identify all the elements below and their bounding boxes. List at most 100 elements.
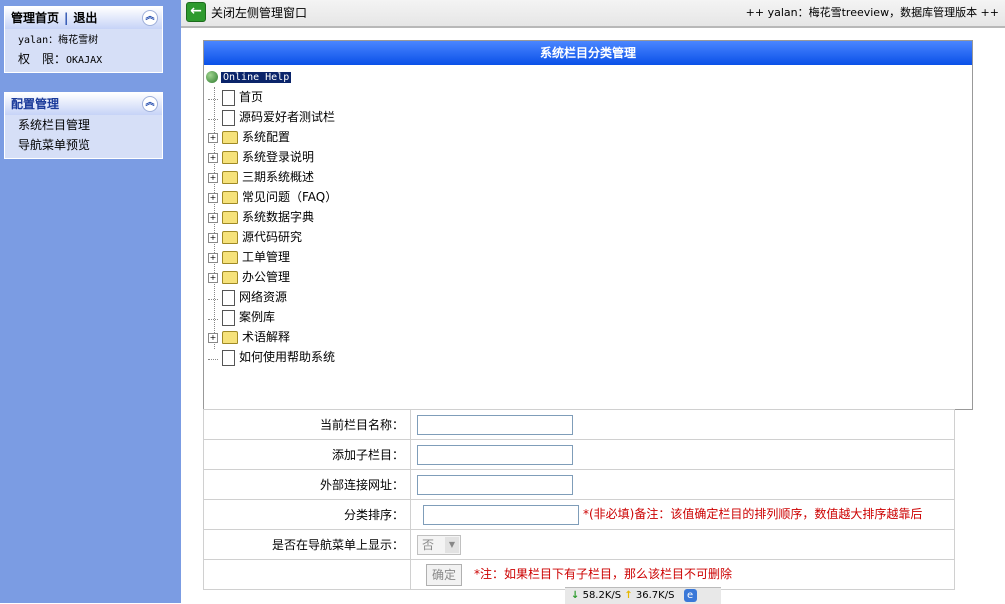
collapse-icon[interactable]: ︽: [142, 96, 158, 112]
form-row-add-child: 添加子栏目：: [203, 439, 955, 470]
tree-node[interactable]: + 系统配置: [208, 127, 290, 147]
user-info: yalan：梅花雪树: [5, 29, 162, 49]
folder-icon: [222, 231, 238, 244]
tree-node[interactable]: 案例库: [208, 307, 275, 327]
tree-node-label[interactable]: 源码爱好者测试栏: [239, 110, 335, 124]
tree-node[interactable]: + 工单管理: [208, 247, 290, 267]
expand-icon[interactable]: +: [208, 132, 218, 143]
tree-node[interactable]: 首页: [208, 87, 263, 107]
tree-node-label[interactable]: 术语解释: [242, 330, 290, 344]
expand-icon[interactable]: +: [208, 252, 218, 263]
tree-node-label[interactable]: 常见问题（FAQ）: [242, 190, 337, 204]
column-edit-form: 当前栏目名称： 添加子栏目： 外部连接网址： 分类排序： *(非必填)备注：该值…: [203, 409, 955, 590]
current-name-input[interactable]: [417, 414, 573, 435]
left-sidebar: 管理首页 | 退出 ︽ yalan：梅花雪树 权 限：OKAJAX 配置管理 ︽ 系…: [0, 0, 181, 603]
tree-node[interactable]: + 三期系统概述: [208, 167, 314, 187]
document-icon: [222, 309, 235, 326]
document-icon: [222, 289, 235, 306]
tree-connector: [208, 291, 218, 300]
browser-icon[interactable]: e: [683, 588, 697, 602]
tree-connector: [208, 351, 218, 360]
tree-node-label[interactable]: 办公管理: [242, 270, 290, 284]
globe-icon: [206, 70, 218, 83]
folder-icon: [222, 151, 238, 164]
tree-node[interactable]: 网络资源: [208, 287, 287, 307]
expand-icon[interactable]: +: [208, 152, 218, 163]
tree-connector: [208, 91, 218, 100]
upload-arrow-icon: ↑: [624, 590, 633, 601]
tree-connector: [208, 311, 218, 320]
current-name-label: 当前栏目名称：: [203, 409, 411, 440]
sidebar-item-column-manage[interactable]: 系统栏目管理: [5, 115, 162, 135]
form-row-show-nav: 是否在导航菜单上显示： 否 ▼: [203, 529, 955, 560]
tree-node-label[interactable]: 网络资源: [239, 290, 287, 304]
back-arrow-icon[interactable]: ←: [186, 2, 206, 22]
tree-node[interactable]: + 系统登录说明: [208, 147, 314, 167]
sort-input[interactable]: [423, 504, 579, 525]
close-left-panel-link[interactable]: 关闭左侧管理窗口: [211, 4, 307, 21]
show-nav-label: 是否在导航菜单上显示：: [203, 529, 411, 560]
form-row-external-url: 外部连接网址：: [203, 469, 955, 500]
folder-icon: [222, 191, 238, 204]
tree-node-label[interactable]: 系统配置: [242, 130, 290, 144]
permission-label: 权 限：: [18, 52, 67, 66]
admin-panel: 管理首页 | 退出 ︽ yalan：梅花雪树 权 限：OKAJAX: [4, 6, 163, 73]
tree-node[interactable]: 源码爱好者测试栏: [208, 107, 335, 127]
document-icon: [222, 109, 235, 126]
tree-node[interactable]: + 常见问题（FAQ）: [208, 187, 337, 207]
expand-icon[interactable]: +: [208, 272, 218, 283]
download-arrow-icon: ↓: [571, 590, 580, 601]
logout-link[interactable]: 退出: [73, 11, 97, 25]
confirm-button[interactable]: 确定: [426, 563, 462, 586]
config-panel-header: 配置管理 ︽: [5, 93, 162, 115]
top-bar: ← 关闭左侧管理窗口 ++ yalan：梅花雪treeview，数据库管理版本 …: [181, 0, 1005, 28]
tree-node[interactable]: + 术语解释: [208, 327, 290, 347]
expand-icon[interactable]: +: [208, 232, 218, 243]
tree-node-label[interactable]: 首页: [239, 90, 263, 104]
tree-node-label[interactable]: 系统数据字典: [242, 210, 314, 224]
document-icon: [222, 349, 235, 366]
folder-icon: [222, 171, 238, 184]
sort-note: *(非必填)备注：该值确定栏目的排列顺序，数值越大排序越靠后: [583, 507, 923, 521]
expand-icon[interactable]: +: [208, 192, 218, 203]
external-url-input[interactable]: [417, 474, 573, 495]
tree-node[interactable]: + 源代码研究: [208, 227, 302, 247]
tree-node-label[interactable]: 源代码研究: [242, 230, 302, 244]
network-status-bar: ↓ 58.2K/S ↑ 36.7K/S e: [565, 587, 721, 604]
sort-label: 分类排序：: [203, 499, 411, 530]
user-name: yalan：梅花雪树: [18, 35, 99, 46]
tree-node[interactable]: 如何使用帮助系统: [208, 347, 335, 367]
tree-node-label[interactable]: 如何使用帮助系统: [239, 350, 335, 364]
folder-icon: [222, 211, 238, 224]
tree-root-label[interactable]: Online Help: [221, 72, 292, 83]
tree-node[interactable]: + 系统数据字典: [208, 207, 314, 227]
expand-icon[interactable]: +: [208, 332, 218, 343]
upload-speed: 36.7K/S: [635, 590, 675, 601]
tree-node-label[interactable]: 工单管理: [242, 250, 290, 264]
tree-node[interactable]: + 办公管理: [208, 267, 290, 287]
show-nav-select[interactable]: 否 ▼: [417, 534, 461, 555]
folder-icon: [222, 331, 238, 344]
download-speed: 58.2K/S: [582, 590, 622, 601]
tree-node-label[interactable]: 系统登录说明: [242, 150, 314, 164]
config-panel-title: 配置管理: [11, 97, 60, 111]
tree-root[interactable]: Online Help: [206, 68, 292, 84]
folder-icon: [222, 271, 238, 284]
tree-panel-title: 系统栏目分类管理: [204, 41, 972, 65]
tree-node-label[interactable]: 三期系统概述: [242, 170, 314, 184]
expand-icon[interactable]: +: [208, 172, 218, 183]
version-info: ++ yalan：梅花雪treeview，数据库管理版本 ++: [745, 6, 999, 19]
show-nav-selected: 否: [422, 537, 435, 552]
expand-icon[interactable]: +: [208, 212, 218, 223]
tree-node-label[interactable]: 案例库: [239, 310, 275, 324]
sidebar-item-nav-preview[interactable]: 导航菜单预览: [5, 135, 162, 155]
admin-panel-header: 管理首页 | 退出 ︽: [5, 7, 162, 29]
config-panel: 配置管理 ︽ 系统栏目管理 导航菜单预览: [4, 92, 163, 159]
main-content: 系统栏目分类管理 Online Help 首页源码爱好者测试栏 + 系统配置 + 系统登…: [181, 28, 1005, 603]
chevron-down-icon: ▼: [445, 536, 459, 553]
collapse-icon[interactable]: ︽: [142, 10, 158, 26]
home-link[interactable]: 管理首页: [11, 11, 59, 25]
link-separator: |: [64, 11, 69, 25]
form-row-current-name: 当前栏目名称：: [203, 409, 955, 440]
add-child-input[interactable]: [417, 444, 573, 465]
